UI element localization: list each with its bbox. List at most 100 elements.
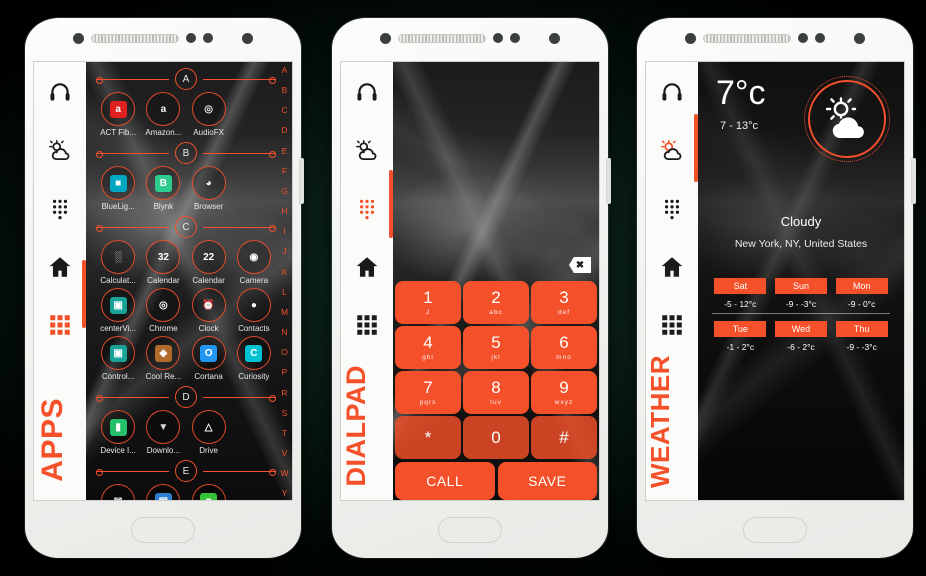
forecast-day[interactable]: Sat -5 - 12°c xyxy=(710,278,771,309)
alpha-index-letter[interactable]: F xyxy=(282,167,287,176)
app-item[interactable]: ■Evernote xyxy=(187,484,231,500)
app-item[interactable]: B Blynk xyxy=(141,166,185,211)
backspace-icon[interactable]: ✖ xyxy=(569,257,591,273)
sidebar-item-music[interactable] xyxy=(350,76,384,110)
dialpad-key-hash[interactable]: # xyxy=(531,416,597,459)
forecast-day[interactable]: Wed -6 - 2°c xyxy=(771,321,832,352)
app-item[interactable]: ◕ Browser xyxy=(187,166,231,211)
dialpad-key-0[interactable]: 0 xyxy=(463,416,529,459)
dialpad-key-9[interactable]: 9 wxyz xyxy=(531,371,597,414)
sidebar-item-dialpad[interactable] xyxy=(350,192,384,226)
app-icon-ring: ■ xyxy=(191,484,226,500)
forecast-day[interactable]: Tue -1 - 2°c xyxy=(710,321,771,352)
dialpad-key-6[interactable]: 6 mno xyxy=(531,326,597,369)
power-button[interactable] xyxy=(607,158,611,204)
forecast-day[interactable]: Mon -9 - 0°c xyxy=(831,278,892,309)
alpha-index-letter[interactable]: L xyxy=(282,288,287,297)
alpha-index-letter[interactable]: N xyxy=(281,328,287,337)
app-item[interactable]: ░ Calculat... xyxy=(96,240,140,285)
app-label: Curiosity xyxy=(238,372,270,381)
app-item[interactable]: ◉ Camera xyxy=(232,240,276,285)
sidebar-item-apps[interactable] xyxy=(655,308,689,342)
sidebar-item-dialpad[interactable] xyxy=(43,192,77,226)
app-item[interactable]: ◎ Chrome xyxy=(141,288,185,333)
app-item[interactable]: ▼ Downlo... xyxy=(141,410,185,455)
call-button[interactable]: CALL xyxy=(395,462,495,500)
app-item[interactable]: △ Drive xyxy=(187,410,231,455)
sidebar-item-home[interactable] xyxy=(43,250,77,284)
app-item[interactable]: ▣ Control... xyxy=(96,336,140,381)
alpha-index-letter[interactable]: B xyxy=(282,86,288,95)
hardware-home-button[interactable] xyxy=(743,517,807,543)
sidebar-item-apps[interactable] xyxy=(350,308,384,342)
dialpad-keys: 1 J 2 abc 3 def 4 ghi 5 jkl 6 mno 7 pqrs 8 tuv 9 wxyz * 0 # xyxy=(393,281,599,459)
app-item[interactable]: ▤EMI Cal xyxy=(141,484,185,500)
app-item[interactable]: ✉Email xyxy=(96,484,140,500)
alpha-index-letter[interactable]: K xyxy=(282,268,288,277)
app-item[interactable]: 32 Calendar xyxy=(141,240,185,285)
earpiece-grille xyxy=(703,33,791,43)
sidebar-item-music[interactable] xyxy=(43,76,77,110)
home-icon xyxy=(49,257,71,277)
app-item[interactable]: a ACT Fib... xyxy=(96,92,140,137)
alpha-index-letter[interactable]: T xyxy=(282,429,287,438)
alpha-index-letter[interactable]: J xyxy=(282,247,286,256)
alpha-index-letter[interactable]: G xyxy=(281,187,288,196)
sidebar-item-weather[interactable] xyxy=(655,134,689,168)
power-button[interactable] xyxy=(912,158,916,204)
dialpad-key-2[interactable]: 2 abc xyxy=(463,281,529,324)
alpha-index-letter[interactable]: S xyxy=(282,409,288,418)
app-item[interactable]: ◆ Cool Re... xyxy=(141,336,185,381)
forecast-day[interactable]: Sun -9 - -3°c xyxy=(771,278,832,309)
app-item[interactable]: a Amazon... xyxy=(141,92,185,137)
app-icon: ■ xyxy=(200,492,218,500)
alpha-index-letter[interactable]: P xyxy=(282,368,288,377)
app-item[interactable]: ■ BlueLig... xyxy=(96,166,140,211)
app-item[interactable]: ▣ centerVi... xyxy=(96,288,140,333)
sidebar-item-weather[interactable] xyxy=(43,134,77,168)
alpha-index-letter[interactable]: D xyxy=(281,126,287,135)
sidebar-item-weather[interactable] xyxy=(350,134,384,168)
hardware-home-button[interactable] xyxy=(438,517,502,543)
sidebar-item-home[interactable] xyxy=(655,250,689,284)
sidebar-item-music[interactable] xyxy=(655,76,689,110)
app-icon-ring: ◆ xyxy=(146,336,181,370)
alphabet-index[interactable]: A B C D E F G H I J K L M N O P R S T V W Y xyxy=(278,66,291,498)
forecast-day[interactable]: Thu -9 - -3°c xyxy=(831,321,892,352)
app-item[interactable]: ▮ Device I... xyxy=(96,410,140,455)
dialpad-key-star[interactable]: * xyxy=(395,416,461,459)
app-label: Calculat... xyxy=(100,276,136,285)
alpha-index-letter[interactable]: E xyxy=(282,147,288,156)
dialpad-key-4[interactable]: 4 ghi xyxy=(395,326,461,369)
dialpad-key-5[interactable]: 5 jkl xyxy=(463,326,529,369)
app-item[interactable]: ● Contacts xyxy=(232,288,276,333)
sidebar-item-home[interactable] xyxy=(350,250,384,284)
dialpad-key-3[interactable]: 3 def xyxy=(531,281,597,324)
dialpad-key-7[interactable]: 7 pqrs xyxy=(395,371,461,414)
app-item[interactable]: ⏰ Clock xyxy=(187,288,231,333)
alpha-index-letter[interactable]: M xyxy=(281,308,288,317)
hardware-home-button[interactable] xyxy=(131,517,195,543)
sidebar-item-apps[interactable] xyxy=(43,308,77,342)
phone-bottom-bezel xyxy=(332,502,608,558)
alpha-index-letter[interactable]: Y xyxy=(282,489,288,498)
dialpad-key-1[interactable]: 1J xyxy=(395,281,461,324)
alpha-index-letter[interactable]: C xyxy=(281,106,287,115)
save-button[interactable]: SAVE xyxy=(497,462,597,500)
alpha-index-letter[interactable]: O xyxy=(281,348,288,357)
nav-rail-1: APPS xyxy=(34,62,86,500)
sidebar-item-dialpad[interactable] xyxy=(655,192,689,226)
app-item[interactable]: ◎ AudioFX xyxy=(187,92,231,137)
forecast-day-name: Thu xyxy=(835,321,888,337)
app-item[interactable]: 22 Calendar xyxy=(187,240,231,285)
alpha-index-letter[interactable]: I xyxy=(283,227,285,236)
alpha-index-letter[interactable]: W xyxy=(280,469,288,478)
power-button[interactable] xyxy=(300,158,304,204)
alpha-index-letter[interactable]: A xyxy=(282,66,288,75)
alpha-index-letter[interactable]: H xyxy=(281,207,287,216)
alpha-index-letter[interactable]: V xyxy=(282,449,288,458)
app-item[interactable]: C Curiosity xyxy=(232,336,276,381)
app-item[interactable]: O Cortana xyxy=(187,336,231,381)
alpha-index-letter[interactable]: R xyxy=(281,388,287,398)
dialpad-key-8[interactable]: 8 tuv xyxy=(463,371,529,414)
